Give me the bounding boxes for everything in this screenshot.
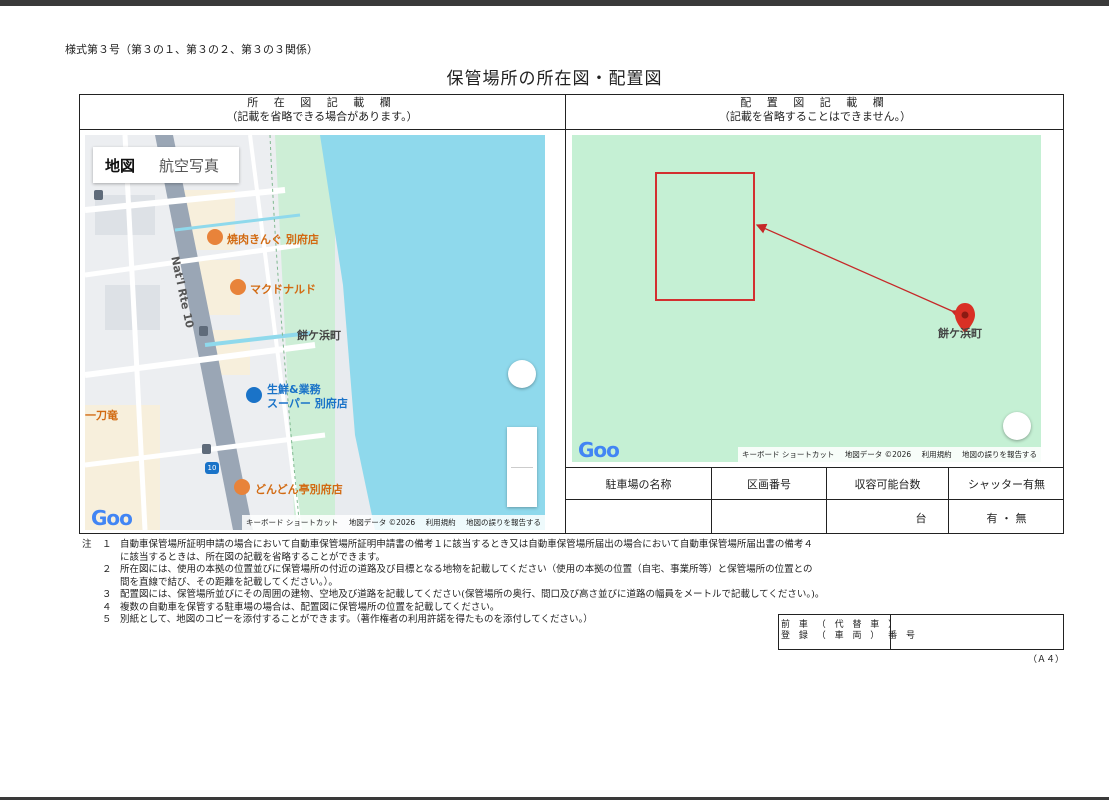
parking-table-top-line <box>566 467 1064 468</box>
location-map[interactable]: 地図 航空写真 焼肉きんぐ 別府店 マクドナルド 生鮮&業務 スーパー 別府店 … <box>85 135 545 530</box>
header-shutter: シャッター有無 <box>968 478 1045 491</box>
note-text: 別紙として、地図のコピーを添付することができます。（著作権者の利用許諾を得たもの… <box>120 614 593 625</box>
note-item: ４ 複数の自動車を保管する駐車場の場合は、配置図に保管場所の位置を記載してくださ… <box>82 602 842 615</box>
notes-section: 注 １ 自動車保管場所証明申請の場合において自動車保管場所証明申請書の備考１に該… <box>82 539 842 627</box>
window-top-bar <box>0 0 1109 6</box>
poi-supermarket-line2: スーパー 別府店 <box>267 397 348 410</box>
left-section-note: （記載を省略できる場合があります。） <box>226 110 418 123</box>
note-text-cont: に該当するときは、所在図の記載を省略することができます。 <box>120 551 386 563</box>
previous-vehicle-label-1: 前 車 （ 代 替 車 ） <box>781 620 901 630</box>
form-number: 様式第３号（第３の１、第３の２、第３の３関係） <box>65 43 318 56</box>
note-text-cont: 間を直線で結び、その距離を記載してください。）。 <box>120 576 338 588</box>
previous-vehicle-divider <box>890 615 891 649</box>
header-capacity: 収容可能台数 <box>854 478 921 491</box>
note-item: ２ 所在図には、使用の本拠の位置並びに保管場所の付近の道路及び目標となる地物を記… <box>82 564 842 589</box>
note-text: 配置図には、保管場所並びにその周囲の建物、空地及び道路を記載してください(保管場… <box>120 589 825 600</box>
map-data-label: 地図データ ©2026 <box>348 518 416 527</box>
google-logo: Goo <box>578 438 620 462</box>
capacity-unit: 台 <box>915 512 927 525</box>
note-text: 自動車保管場所証明申請の場合において自動車保管場所証明申請書の備考１に該当すると… <box>120 539 813 550</box>
note-number: ２ <box>102 564 112 575</box>
right-section-note: （記載を省略することはできません。） <box>718 110 912 123</box>
document-title: 保管場所の所在図・配置図 <box>446 69 663 89</box>
report-error-link[interactable]: 地図の誤りを報告する <box>466 518 541 527</box>
terms-link[interactable]: 利用規約 <box>922 450 952 459</box>
paper-size-label: （Ａ４） <box>1028 655 1065 665</box>
left-section-heading: 所 在 図 記 載 欄 <box>247 96 397 109</box>
poi-mcdonalds[interactable]: マクドナルド <box>250 281 316 297</box>
location-marker-dot <box>961 311 969 319</box>
restaurant-pin-icon <box>230 279 246 295</box>
table-header-divider <box>79 129 1064 130</box>
bus-stop-icon <box>202 444 211 454</box>
compass-icon[interactable] <box>1003 412 1031 440</box>
poi-supermarket[interactable]: 生鮮&業務 スーパー 別府店 <box>267 383 348 411</box>
note-item: 注 １ 自動車保管場所証明申請の場合において自動車保管場所証明申請書の備考１に該… <box>82 539 842 564</box>
previous-vehicle-number-field[interactable] <box>895 625 1055 639</box>
map-attribution: キーボード ショートカット 地図データ ©2026 利用規約 地図の誤りを報告す… <box>241 515 545 530</box>
google-logo-text: Goo <box>578 438 620 462</box>
zoom-divider <box>511 467 533 468</box>
note-text: 所在図には、使用の本拠の位置並びに保管場所の付近の道路及び目標となる地物を記載し… <box>120 564 813 575</box>
zoom-controls[interactable] <box>507 427 537 507</box>
notes-label: 注 <box>82 539 92 550</box>
shutter-choice[interactable]: 有 ・ 無 <box>949 510 1064 526</box>
bus-stop-icon <box>94 190 103 200</box>
right-section-header: 配 置 図 記 載 欄 （記載を省略することはできません。） <box>566 96 1064 124</box>
report-error-link[interactable]: 地図の誤りを報告する <box>962 450 1037 459</box>
storage-location-box <box>655 172 755 301</box>
parking-table-mid-line <box>566 499 1064 500</box>
layout-map-drawing <box>655 172 975 333</box>
note-number: ３ <box>102 589 112 600</box>
bus-stop-icon <box>199 326 208 336</box>
keyboard-shortcuts-link[interactable]: キーボード ショートカット <box>742 450 834 459</box>
note-number: ５ <box>102 614 112 625</box>
layout-map[interactable]: 餅ケ浜町 Goo キーボード ショートカット 地図データ ©2026 利用規約 … <box>572 135 1041 462</box>
google-logo-text: Goo <box>91 506 133 530</box>
note-text: 複数の自動車を保管する駐車場の場合は、配置図に保管場所の位置を記載してください。 <box>120 601 500 613</box>
edge-place-label: 一刀竜 <box>85 409 118 422</box>
place-label-mochigahama: 餅ケ浜町 <box>938 327 982 340</box>
tab-map[interactable]: 地図 <box>93 155 147 176</box>
poi-dondon-tei[interactable]: どんどん亭別府店 <box>255 481 343 497</box>
map-attribution: キーボード ショートカット 地図データ ©2026 利用規約 地図の誤りを報告す… <box>737 447 1041 462</box>
tab-aerial-photo[interactable]: 航空写真 <box>147 155 231 176</box>
header-lot-number: 区画番号 <box>747 478 791 491</box>
map-data-label: 地図データ ©2026 <box>844 450 912 459</box>
place-label-mochigahama: 餅ケ浜町 <box>297 329 341 342</box>
compass-icon[interactable] <box>508 360 536 388</box>
note-item: ５ 別紙として、地図のコピーを添付することができます。（著作権者の利用許諾を得た… <box>82 614 842 627</box>
note-number: １ <box>102 539 112 550</box>
note-item: ３ 配置図には、保管場所並びにその周囲の建物、空地及び道路を記載してください(保… <box>82 589 842 602</box>
route-badge-text: 10 <box>207 464 217 472</box>
left-section-header: 所 在 図 記 載 欄 （記載を省略できる場合があります。） <box>79 96 565 124</box>
store-pin-icon <box>246 387 262 403</box>
map-type-tabs[interactable]: 地図 航空写真 <box>93 147 239 183</box>
google-logo: Goo <box>91 506 133 530</box>
terms-link[interactable]: 利用規約 <box>426 518 456 527</box>
poi-supermarket-line1: 生鮮&業務 <box>267 383 321 396</box>
header-parking-name: 駐車場の名称 <box>605 478 672 491</box>
distance-arrow <box>755 223 963 320</box>
right-section-heading: 配 置 図 記 載 欄 <box>740 96 890 109</box>
keyboard-shortcuts-link[interactable]: キーボード ショートカット <box>246 518 338 527</box>
restaurant-pin-icon <box>234 479 250 495</box>
parking-table: 駐車場の名称 区画番号 収容可能台数 シャッター有無 台 有 ・ 無 <box>566 467 1064 534</box>
note-number: ４ <box>102 601 112 613</box>
previous-vehicle-box: 前 車 （ 代 替 車 ） 登 録 （ 車 両 ） 番 号 <box>778 614 1064 650</box>
restaurant-pin-icon <box>207 229 223 245</box>
poi-yakiniku-king[interactable]: 焼肉きんぐ 別府店 <box>227 231 319 247</box>
